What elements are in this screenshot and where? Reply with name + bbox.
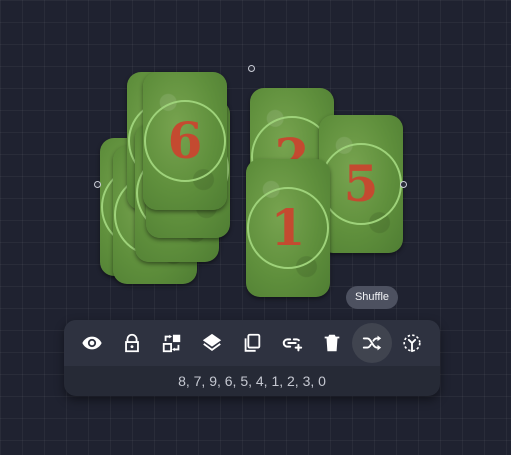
lock-icon [125,333,139,353]
shuffle-tooltip: Shuffle [346,286,398,309]
visibility-button[interactable] [72,323,112,363]
layers-button[interactable] [192,323,232,363]
shuffle-icon [362,335,382,351]
card-6[interactable]: 6 [143,72,227,210]
rotate-handle[interactable] [248,65,255,72]
toolbar-icons [64,320,440,366]
resize-handle-right[interactable] [400,181,407,188]
link-add-icon [282,338,303,352]
swap-icon [162,334,181,353]
card-1[interactable]: 1 [246,159,330,297]
shuffle-button[interactable] [352,323,392,363]
resize-handle-left[interactable] [94,181,101,188]
spread-icon [403,334,421,353]
card-number: 1 [270,198,306,257]
spread-button[interactable] [392,323,432,363]
delete-button[interactable] [312,323,352,363]
copy-icon [244,333,261,352]
swap-button[interactable] [152,323,192,363]
card-number: 5 [343,154,379,213]
layers-icon [202,333,222,352]
trash-icon [324,334,340,352]
lock-button[interactable] [112,323,152,363]
duplicate-button[interactable] [232,323,272,363]
card-5[interactable]: 5 [319,115,403,253]
selection-toolbar: 8, 7, 9, 6, 5, 4, 1, 2, 3, 0 [64,320,440,396]
eye-icon [82,336,102,350]
card-order-text: 8, 7, 9, 6, 5, 4, 1, 2, 3, 0 [178,373,326,389]
link-button[interactable] [272,323,312,363]
card-number: 6 [167,111,203,170]
